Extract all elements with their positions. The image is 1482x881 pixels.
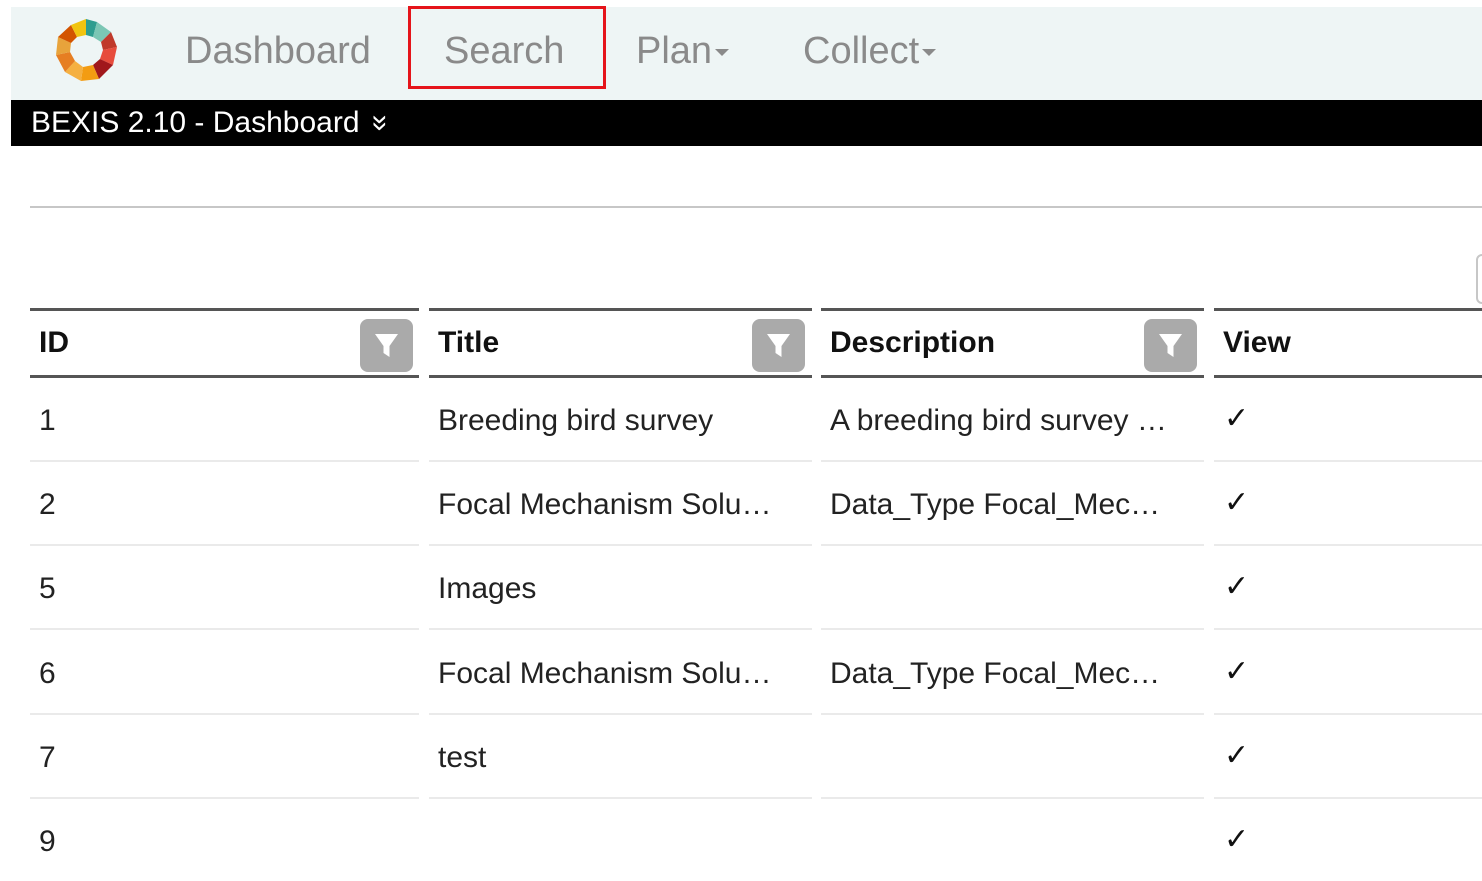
cell-description xyxy=(821,546,1204,630)
cell-view: ✓ xyxy=(1214,462,1482,546)
cell-view: ✓ xyxy=(1214,378,1482,462)
filter-icon xyxy=(1159,334,1182,357)
view-check-icon[interactable]: ✓ xyxy=(1224,402,1249,436)
toolbar-button[interactable] xyxy=(1476,254,1482,304)
nav-plan-dropdown[interactable]: Plan xyxy=(636,31,730,71)
cell-description: Data_Type Focal_Mec… xyxy=(821,631,1204,715)
view-check-icon[interactable]: ✓ xyxy=(1224,486,1249,520)
divider xyxy=(30,206,1482,208)
cell-description xyxy=(821,715,1204,799)
cell-id: 7 xyxy=(30,715,419,799)
filter-button-id[interactable] xyxy=(360,319,413,372)
filter-button-title[interactable] xyxy=(752,319,805,372)
cell-description: Data_Type Focal_Mec… xyxy=(821,462,1204,546)
cell-id: 5 xyxy=(30,546,419,630)
cell-view: ✓ xyxy=(1214,546,1482,630)
cell-title: test xyxy=(429,715,812,799)
view-check-icon[interactable]: ✓ xyxy=(1224,655,1249,689)
column-header-id: ID xyxy=(30,308,419,378)
column-header-description: Description xyxy=(821,308,1204,378)
cell-view: ✓ xyxy=(1214,631,1482,715)
search-highlight-box xyxy=(408,6,606,89)
cell-id: 1 xyxy=(30,378,419,462)
cell-view: ✓ xyxy=(1214,715,1482,799)
filter-icon xyxy=(375,334,398,357)
cell-title: Breeding bird survey xyxy=(429,378,812,462)
cell-title: Focal Mechanism Solu… xyxy=(429,462,812,546)
page-title[interactable]: BEXIS 2.10 - Dashboard » xyxy=(31,105,397,141)
column-header-title: Title xyxy=(429,308,812,378)
cell-view: ✓ xyxy=(1214,799,1482,881)
column-header-view: View xyxy=(1214,308,1482,378)
caret-down-icon xyxy=(715,49,730,57)
cell-description xyxy=(821,799,1204,881)
cell-id: 6 xyxy=(30,631,419,715)
caret-down-icon xyxy=(922,49,937,57)
cell-description: A breeding bird survey … xyxy=(821,378,1204,462)
double-chevron-down-icon[interactable]: » xyxy=(362,115,398,132)
cell-title xyxy=(429,799,812,881)
cell-id: 9 xyxy=(39,825,56,858)
view-check-icon[interactable]: ✓ xyxy=(1224,570,1249,604)
top-navbar: Dashboard Search Plan Collect xyxy=(11,7,1482,100)
view-check-icon[interactable]: ✓ xyxy=(1224,823,1249,857)
nav-collect-dropdown[interactable]: Collect xyxy=(803,31,937,71)
bexis-logo[interactable] xyxy=(51,17,121,83)
cell-id: 2 xyxy=(30,462,419,546)
cell-title: Focal Mechanism Solu… xyxy=(429,631,812,715)
filter-icon xyxy=(767,334,790,357)
cell-title: Images xyxy=(429,546,812,630)
view-check-icon[interactable]: ✓ xyxy=(1224,739,1249,773)
filter-button-description[interactable] xyxy=(1144,319,1197,372)
nav-dashboard[interactable]: Dashboard xyxy=(185,31,371,71)
title-bar: BEXIS 2.10 - Dashboard » xyxy=(11,100,1482,146)
